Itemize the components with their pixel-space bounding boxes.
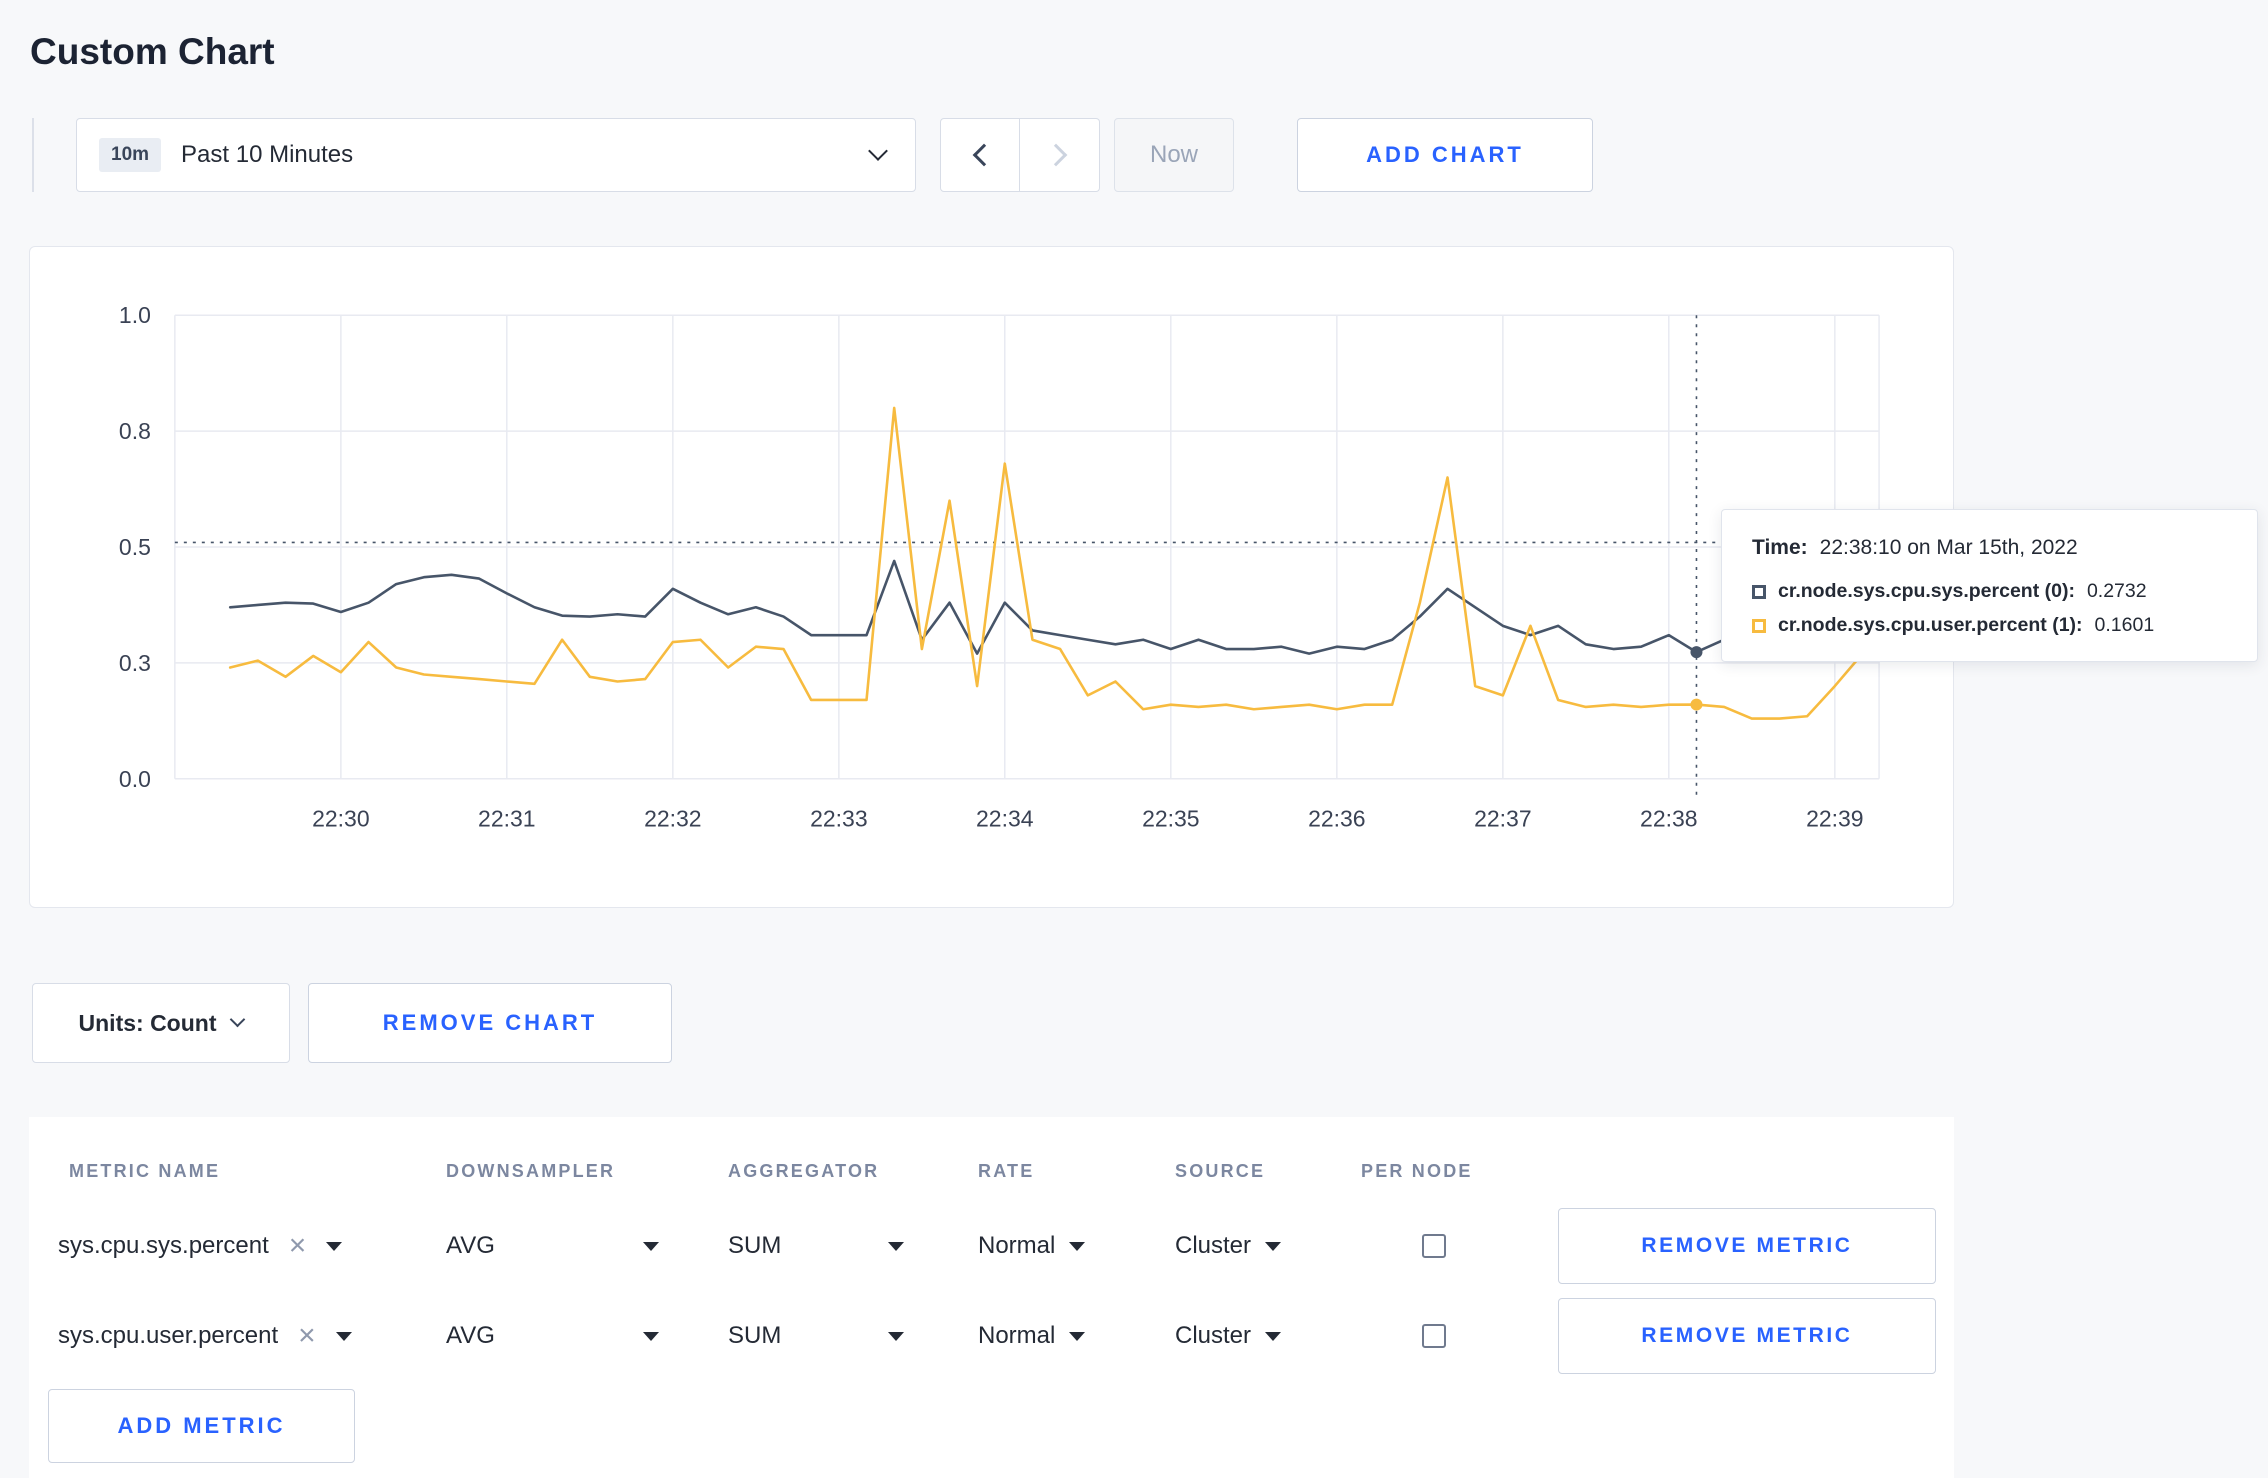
time-range-badge: 10m <box>99 138 162 172</box>
custom-chart-page: Custom Chart 10m Past 10 Minutes Now ADD… <box>0 0 2268 1478</box>
svg-text:22:35: 22:35 <box>1142 806 1199 832</box>
chevron-right-icon <box>1044 143 1067 167</box>
metric-name-value: sys.cpu.sys.percent <box>58 1232 269 1259</box>
add-metric-button[interactable]: ADD METRIC <box>48 1389 355 1463</box>
svg-text:22:37: 22:37 <box>1474 806 1531 832</box>
caret-down-icon <box>1069 1241 1086 1251</box>
units-dropdown[interactable]: Units: Count <box>32 983 290 1063</box>
page-title: Custom Chart <box>30 30 275 72</box>
header-aggregator: AGGREGATOR <box>728 1161 880 1181</box>
per-node-checkbox[interactable] <box>1422 1324 1446 1348</box>
svg-text:1.0: 1.0 <box>119 302 151 328</box>
caret-down-icon <box>1265 1331 1282 1341</box>
metric-row: sys.cpu.sys.percent × AVG SUM Normal Clu… <box>29 1201 1954 1291</box>
next-time-button[interactable] <box>1020 118 1100 192</box>
svg-text:22:38: 22:38 <box>1640 806 1697 832</box>
source-value: Cluster <box>1175 1322 1252 1349</box>
tooltip-series-row: cr.node.sys.cpu.sys.percent (0): 0.2732 <box>1752 580 2227 603</box>
svg-text:0.0: 0.0 <box>119 766 151 792</box>
svg-text:22:30: 22:30 <box>312 806 369 832</box>
remove-metric-button[interactable]: REMOVE METRIC <box>1558 1208 1936 1284</box>
now-button[interactable]: Now <box>1114 118 1234 192</box>
chart-canvas[interactable]: 0.0 0.3 0.5 0.8 1.0 22:30 22:31 22:32 22:33 22:34… <box>30 247 1953 907</box>
caret-down-icon <box>643 1241 659 1251</box>
tooltip-series-row: cr.node.sys.cpu.user.percent (1): 0.1601 <box>1752 614 2227 637</box>
svg-text:22:33: 22:33 <box>810 806 867 832</box>
downsampler-select[interactable]: AVG <box>446 1201 659 1291</box>
header-rate: RATE <box>978 1161 1035 1181</box>
svg-text:22:39: 22:39 <box>1806 806 1863 832</box>
metric-name-select[interactable]: sys.cpu.sys.percent × <box>58 1201 343 1291</box>
aggregator-select[interactable]: SUM <box>728 1291 904 1381</box>
per-node-cell <box>1422 1291 1446 1381</box>
caret-down-icon <box>643 1331 659 1341</box>
add-chart-button[interactable]: ADD CHART <box>1297 118 1593 192</box>
svg-text:0.3: 0.3 <box>119 650 151 676</box>
chevron-down-icon <box>230 1011 246 1028</box>
source-select[interactable]: Cluster <box>1175 1201 1282 1291</box>
series-sys-legend-icon <box>1752 584 1766 599</box>
close-icon[interactable]: × <box>298 1321 316 1351</box>
caret-down-icon <box>335 1331 352 1341</box>
tooltip-series-value: 0.2732 <box>2086 580 2147 602</box>
aggregator-select[interactable]: SUM <box>728 1201 904 1291</box>
series-user-legend-icon <box>1752 618 1766 633</box>
chart-tooltip: Time: 22:38:10 on Mar 15th, 2022 cr.node.… <box>1721 509 2258 662</box>
caret-down-icon <box>1265 1241 1282 1251</box>
aggregator-value: SUM <box>728 1322 782 1349</box>
rate-select[interactable]: Normal <box>978 1201 1086 1291</box>
tooltip-time-value: 22:38:10 on Mar 15th, 2022 <box>1819 536 2078 559</box>
toolbar-divider <box>32 118 34 192</box>
svg-text:22:36: 22:36 <box>1308 806 1365 832</box>
svg-text:0.5: 0.5 <box>119 534 151 560</box>
downsampler-value: AVG <box>446 1322 495 1349</box>
metric-name-select[interactable]: sys.cpu.user.percent × <box>58 1291 352 1381</box>
remove-chart-button[interactable]: REMOVE CHART <box>308 983 672 1063</box>
rate-select[interactable]: Normal <box>978 1291 1086 1381</box>
header-per-node: PER NODE <box>1361 1161 1473 1181</box>
source-select[interactable]: Cluster <box>1175 1291 1282 1381</box>
downsampler-select[interactable]: AVG <box>446 1291 659 1381</box>
caret-down-icon <box>326 1241 343 1251</box>
chevron-left-icon <box>972 143 996 167</box>
tooltip-time-row: Time: 22:38:10 on Mar 15th, 2022 <box>1752 536 2227 560</box>
source-value: Cluster <box>1175 1232 1252 1259</box>
per-node-cell <box>1422 1201 1446 1291</box>
rate-value: Normal <box>978 1232 1056 1259</box>
time-range-label: Past 10 Minutes <box>181 141 354 168</box>
downsampler-value: AVG <box>446 1232 495 1259</box>
close-icon[interactable]: × <box>289 1231 307 1261</box>
prev-time-button[interactable] <box>940 118 1020 192</box>
metrics-table: METRIC NAME DOWNSAMPLER AGGREGATOR RATE … <box>29 1117 1954 1478</box>
time-nav-group <box>940 118 1100 192</box>
chevron-down-icon <box>868 141 888 161</box>
tooltip-time-label: Time: <box>1752 536 1808 559</box>
units-label: Units: Count <box>78 1009 217 1036</box>
tooltip-series-label: cr.node.sys.cpu.user.percent (1): <box>1778 614 2083 636</box>
chart-panel: 0.0 0.3 0.5 0.8 1.0 22:30 22:31 22:32 22:33 22:34… <box>29 246 1954 908</box>
tooltip-series-label: cr.node.sys.cpu.sys.percent (0): <box>1778 580 2075 602</box>
svg-text:0.8: 0.8 <box>119 418 151 444</box>
metric-row: sys.cpu.user.percent × AVG SUM Normal Cl… <box>29 1291 1954 1381</box>
caret-down-icon <box>888 1331 904 1341</box>
header-source: SOURCE <box>1175 1161 1266 1181</box>
metric-name-value: sys.cpu.user.percent <box>58 1322 279 1349</box>
caret-down-icon <box>1069 1331 1086 1341</box>
svg-text:22:34: 22:34 <box>976 806 1034 832</box>
per-node-checkbox[interactable] <box>1422 1234 1446 1258</box>
tooltip-series-value: 0.1601 <box>2094 614 2155 636</box>
header-metric-name: METRIC NAME <box>69 1161 221 1181</box>
aggregator-value: SUM <box>728 1232 782 1259</box>
svg-text:22:31: 22:31 <box>478 806 535 832</box>
header-downsampler: DOWNSAMPLER <box>446 1161 616 1181</box>
caret-down-icon <box>888 1241 904 1251</box>
svg-text:22:32: 22:32 <box>644 806 701 832</box>
remove-metric-button[interactable]: REMOVE METRIC <box>1558 1298 1936 1374</box>
rate-value: Normal <box>978 1322 1056 1349</box>
time-range-dropdown[interactable]: 10m Past 10 Minutes <box>76 118 916 192</box>
